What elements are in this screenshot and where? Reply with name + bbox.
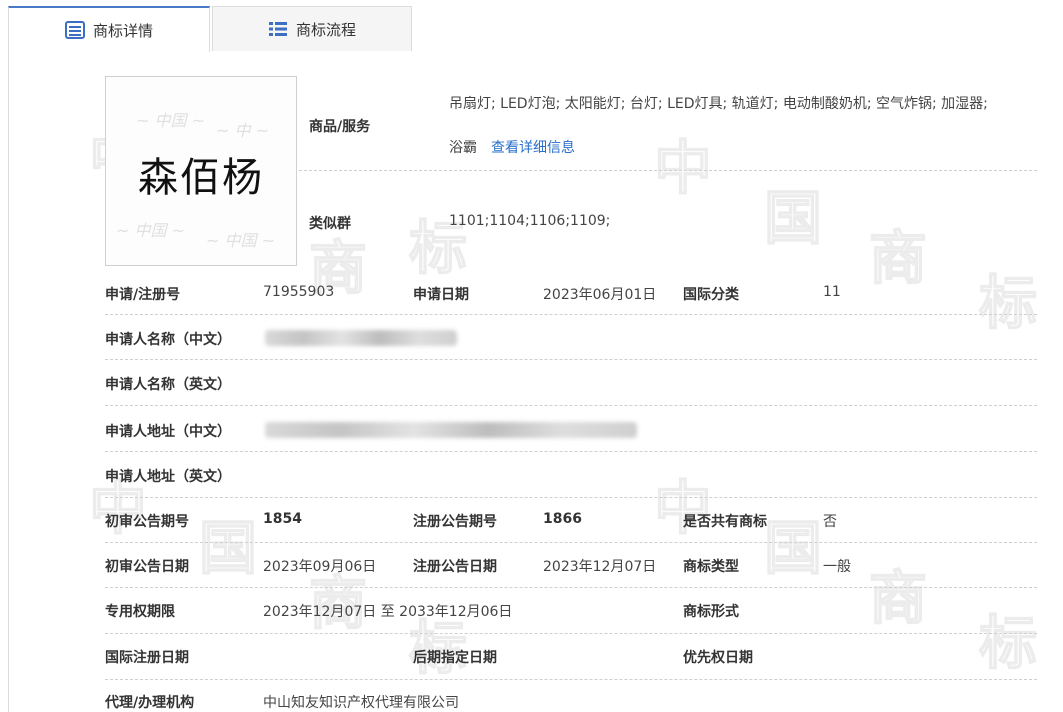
- goods-services-row: [299, 111, 1037, 171]
- prelim-date-value: 2023年09月06日: [263, 559, 377, 575]
- tab-bar: 商标详情 商标流程: [0, 0, 1063, 52]
- document-list-icon: [64, 21, 85, 39]
- tm-type-value: 一般: [823, 559, 851, 575]
- tab-trademark-detail[interactable]: 商标详情: [8, 6, 210, 52]
- view-detail-link[interactable]: 查看详细信息: [491, 140, 575, 156]
- trademark-image[interactable]: ~ 中国 ~ ~ 中 ~ ~ 中国 ~ ~ 中国 ~ 森佰杨: [105, 76, 297, 266]
- row-address-en: [105, 452, 1037, 498]
- reg-notice-date-label: 注册公告日期: [413, 559, 497, 575]
- applicant-cn-label: 申请人名称（中文）: [105, 332, 231, 348]
- applicant-cn-redacted: [265, 330, 457, 346]
- logo-watermark: ~ 中国 ~: [116, 221, 185, 240]
- goods-services-label: 商品/服务: [309, 119, 371, 135]
- later-designation-label: 后期指定日期: [413, 650, 497, 666]
- applicant-en-label: 申请人名称（英文）: [105, 377, 231, 393]
- similar-group-value: 1101;1104;1106;1109;: [449, 213, 611, 229]
- address-en-label: 申请人地址（英文）: [105, 469, 231, 485]
- address-cn-label: 申请人地址（中文）: [105, 424, 231, 440]
- row-dates: [105, 634, 1037, 680]
- trademark-detail-panel: 中 商 标 中 国 商 标 中 国 商 标 中 国 商 标 ~ 中国 ~ ~ 中…: [8, 51, 1063, 712]
- exclusive-period-value: 2023年12月07日 至 2033年12月06日: [263, 604, 513, 620]
- tab-trademark-process[interactable]: 商标流程: [212, 6, 412, 52]
- reg-no-value: 71955903: [263, 284, 335, 300]
- list-icon: [268, 20, 288, 38]
- watermark-char: 国: [763, 183, 823, 253]
- tm-form-label: 商标形式: [683, 604, 739, 620]
- tm-type-label: 商标类型: [683, 559, 739, 575]
- reg-no-label: 申请/注册号: [105, 287, 181, 303]
- priority-date-label: 优先权日期: [683, 650, 753, 666]
- prelim-date-label: 初审公告日期: [105, 559, 189, 575]
- tab-label: 商标流程: [295, 20, 356, 39]
- shared-label: 是否共有商标: [683, 514, 767, 530]
- logo-watermark: ~ 中国 ~: [136, 111, 205, 130]
- intl-class-value: 11: [823, 284, 841, 300]
- intl-reg-date-label: 国际注册日期: [105, 650, 189, 666]
- goods-services-value: 吊扇灯; LED灯泡; 太阳能灯; 台灯; LED灯具; 轨道灯; 电动制酸奶机…: [449, 96, 988, 112]
- logo-watermark: ~ 中国 ~: [206, 231, 275, 250]
- row-applicant-cn: [105, 315, 1037, 360]
- apply-date-value: 2023年06月01日: [543, 287, 657, 303]
- prelim-no-value: 1854: [263, 511, 302, 527]
- reg-notice-no-label: 注册公告期号: [413, 514, 497, 530]
- agent-value: 中山知友知识产权代理有限公司: [263, 695, 459, 711]
- exclusive-period-label: 专用权期限: [105, 604, 175, 620]
- goods-services-value-line2: 浴霸 查看详细信息: [449, 140, 575, 156]
- reg-notice-no-value: 1866: [543, 511, 582, 527]
- intl-class-label: 国际分类: [683, 287, 739, 303]
- reg-notice-date-value: 2023年12月07日: [543, 559, 657, 575]
- prelim-no-label: 初审公告期号: [105, 514, 189, 530]
- agent-label: 代理/办理机构: [105, 695, 195, 711]
- address-cn-redacted: [265, 422, 637, 438]
- shared-value: 否: [823, 514, 837, 530]
- logo-watermark: ~ 中 ~: [216, 121, 269, 140]
- row-applicant-en: [105, 360, 1037, 406]
- tab-label: 商标详情: [92, 21, 153, 40]
- similar-group-label: 类似群: [309, 216, 351, 232]
- row-exclusive-period: [105, 588, 1037, 634]
- trademark-name: 森佰杨: [138, 155, 264, 201]
- apply-date-label: 申请日期: [413, 287, 469, 303]
